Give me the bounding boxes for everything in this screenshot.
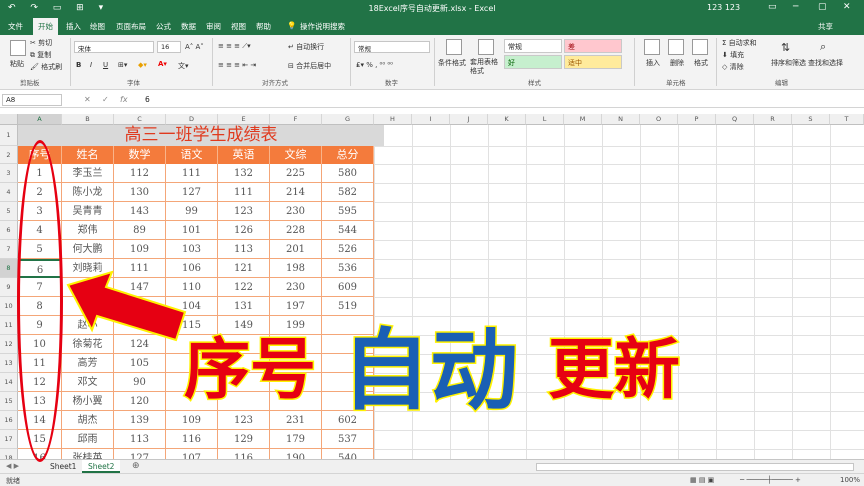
overlay-text-auto: 自动 bbox=[340, 318, 519, 424]
overlay-text-serial: 序号 bbox=[183, 330, 318, 410]
overlay-text-update: 更新 bbox=[547, 330, 682, 410]
